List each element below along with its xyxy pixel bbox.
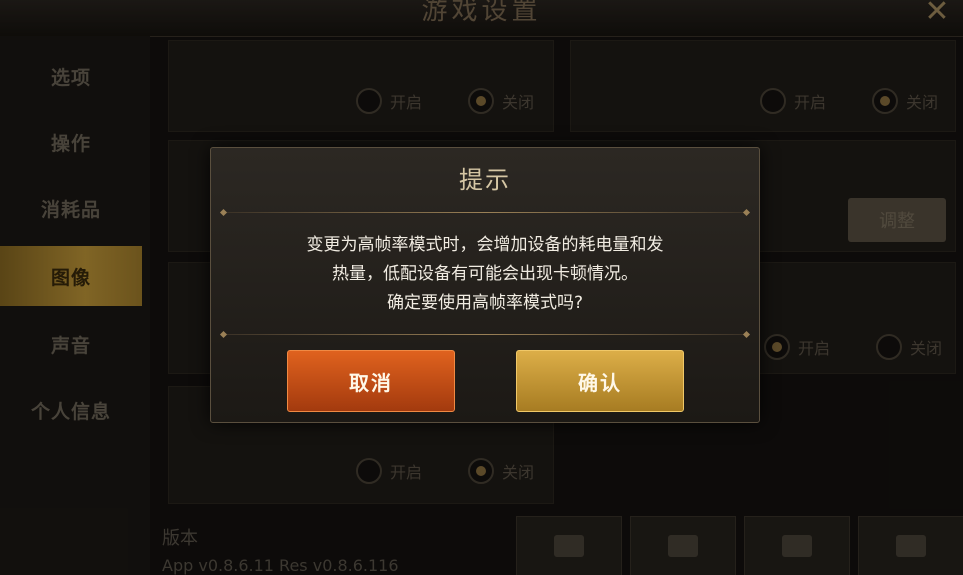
cancel-button[interactable]: 取消 bbox=[287, 350, 455, 412]
dialog-message-line2: 热量，低配设备有可能会出现卡顿情况。 bbox=[332, 264, 638, 284]
game-settings-screen: 游戏设置 ✕ 选项 操作 消耗品 图像 声音 个人信息 开启 关闭 开启 关闭 … bbox=[0, 0, 963, 575]
dialog-divider-bottom bbox=[223, 334, 747, 335]
confirm-button[interactable]: 确认 bbox=[516, 350, 684, 412]
dialog-message-line1: 变更为高帧率模式时，会增加设备的耗电量和发 bbox=[306, 235, 664, 255]
dialog-divider-top bbox=[223, 212, 747, 213]
confirm-dialog: 提示 变更为高帧率模式时，会增加设备的耗电量和发 热量，低配设备有可能会出现卡顿… bbox=[210, 147, 760, 423]
dialog-message-line3: 确定要使用高帧率模式吗? bbox=[386, 293, 584, 313]
dialog-title: 提示 bbox=[459, 166, 511, 194]
